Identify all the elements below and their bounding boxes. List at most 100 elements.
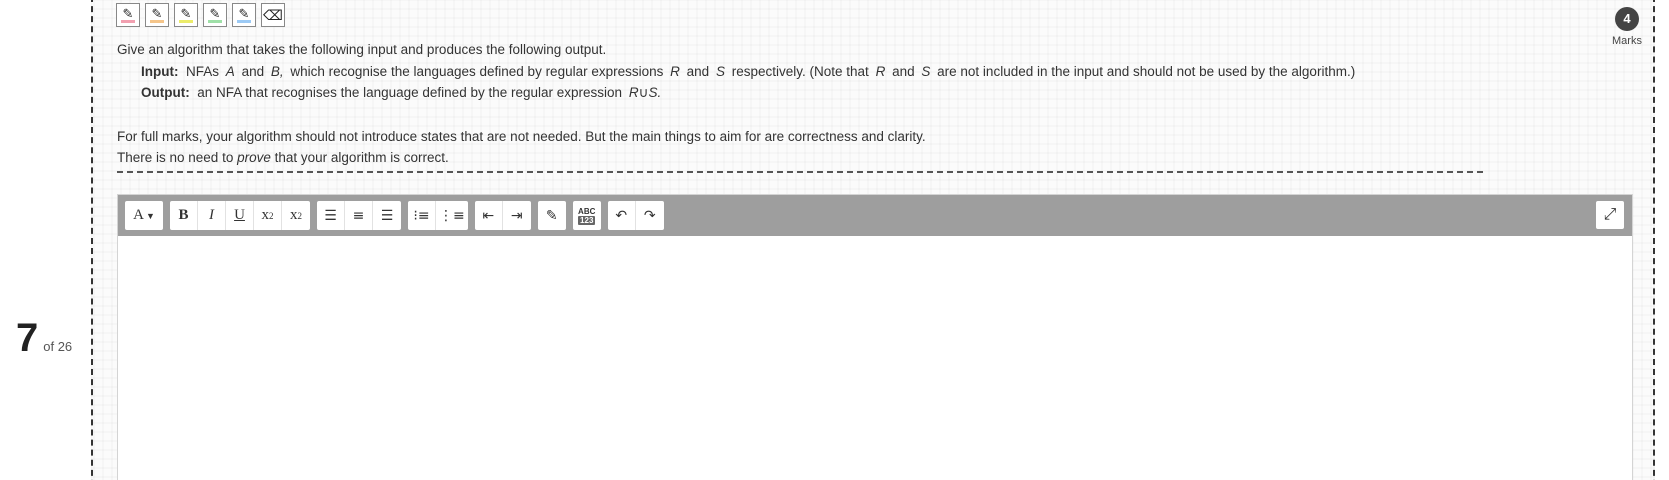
redo-button[interactable]: ↷	[636, 201, 664, 230]
yellow-highlighter-button[interactable]: ✎	[174, 3, 198, 27]
italic-button[interactable]: I	[198, 201, 226, 230]
edit-icon: ✎	[545, 207, 558, 224]
pencil-icon: ✎	[122, 5, 134, 21]
note-text: that your algorithm is correct.	[274, 150, 449, 165]
align-right-icon: ☰	[380, 207, 394, 224]
input-text: and	[241, 63, 265, 79]
math-var: B,	[270, 63, 284, 79]
underline-button[interactable]: U	[226, 201, 254, 230]
eraser-icon: ⌫	[263, 6, 283, 23]
pencil-icon: ✎	[209, 5, 221, 21]
italic-label: I	[209, 207, 214, 223]
spellcheck-top: ABC	[578, 206, 596, 216]
undo-icon: ↶	[615, 207, 628, 224]
font-button[interactable]: A ▼	[125, 201, 163, 230]
tools-group: ✎	[537, 201, 566, 230]
numbered-list-icon: ⋮≡	[439, 207, 465, 224]
align-group: ☰ ≡ ☰	[317, 201, 401, 230]
superscript-button[interactable]: x2	[282, 201, 310, 230]
bullet-list-button[interactable]: ⁝≡	[408, 201, 436, 230]
outdent-button[interactable]: ⇤	[475, 201, 503, 230]
outdent-icon: ⇤	[482, 207, 495, 224]
underline-label: U	[234, 207, 245, 223]
blue-swatch	[237, 20, 251, 23]
align-left-button[interactable]: ☰	[317, 201, 345, 230]
output-line: Output: an NFA that recognises the langu…	[117, 82, 1477, 104]
superscript-base: x	[290, 207, 298, 223]
green-swatch	[208, 20, 222, 23]
align-center-icon: ≡	[352, 207, 365, 224]
green-highlighter-button[interactable]: ✎	[203, 3, 227, 27]
blue-highlighter-button[interactable]: ✎	[232, 3, 256, 27]
answer-editor[interactable]: A ▼ B I U x2 x2 ☰ ≡ ☰ ⁝≡ ⋮≡ ⇤ ⇥ ✎ ABC 12…	[117, 194, 1633, 480]
spellcheck-group: ABC 123	[572, 201, 601, 230]
math-var: R	[670, 63, 680, 79]
full-marks-note: For full marks, your algorithm should no…	[117, 128, 926, 144]
math-var: A	[225, 63, 235, 79]
numbered-list-button[interactable]: ⋮≡	[436, 201, 468, 230]
question-text: Give an algorithm that takes the followi…	[117, 39, 1477, 169]
no-proof-note: There is no need to prove that your algo…	[117, 147, 1477, 169]
align-right-button[interactable]: ☰	[373, 201, 401, 230]
math-var: S	[921, 63, 931, 79]
font-label: A	[133, 207, 144, 223]
subscript-digit: 2	[269, 210, 274, 221]
spellcheck-icon: ABC 123	[578, 206, 596, 225]
bullet-list-icon: ⁝≡	[413, 207, 430, 224]
subscript-button[interactable]: x2	[254, 201, 282, 230]
orange-swatch	[150, 20, 164, 23]
red-swatch	[121, 20, 135, 23]
input-text: which recognise the languages defined by…	[290, 63, 664, 79]
superscript-digit: 2	[297, 210, 303, 221]
indent-button[interactable]: ⇥	[503, 201, 531, 230]
math-expression: R∪S.	[628, 85, 662, 100]
input-text: respectively. (Note that	[731, 63, 869, 79]
format-group: B I U x2 x2	[170, 201, 310, 230]
input-text: and	[686, 63, 710, 79]
list-group: ⁝≡ ⋮≡	[408, 201, 468, 230]
eraser-button[interactable]: ⌫	[261, 3, 285, 27]
font-group: A ▼	[125, 201, 163, 230]
marks-badge: 4 Marks	[1602, 7, 1652, 47]
redo-icon: ↷	[643, 207, 656, 224]
math-var: S	[715, 63, 725, 79]
output-text: an NFA that recognises the language defi…	[197, 85, 623, 100]
red-highlighter-button[interactable]: ✎	[116, 3, 140, 27]
subscript-base: x	[261, 207, 270, 223]
input-text: and	[892, 63, 915, 79]
caret-down-icon: ▼	[145, 210, 155, 221]
undo-button[interactable]: ↶	[608, 201, 636, 230]
pencil-icon: ✎	[151, 5, 163, 21]
input-text: NFAs	[186, 63, 220, 79]
note-text: There is no need to	[117, 150, 234, 165]
marks-value: 4	[1615, 7, 1639, 31]
editor-body[interactable]	[118, 236, 1632, 480]
indent-icon: ⇥	[510, 207, 523, 224]
indent-group: ⇤ ⇥	[474, 201, 531, 230]
output-label: Output:	[141, 85, 190, 100]
math-var: R	[875, 63, 886, 79]
question-intro: Give an algorithm that takes the followi…	[117, 42, 607, 57]
edit-button[interactable]: ✎	[538, 201, 566, 230]
input-label: Input:	[141, 63, 179, 79]
yellow-swatch	[179, 20, 193, 23]
expand-icon: ⤢	[1603, 206, 1617, 223]
question-index: 7 of 26	[16, 318, 72, 358]
fullscreen-button[interactable]: ⤢	[1596, 201, 1624, 229]
highlighter-toolbar: ✎ ✎ ✎ ✎ ✎ ⌫	[116, 3, 285, 27]
question-total: of 26	[43, 339, 73, 354]
bold-button[interactable]: B	[170, 201, 198, 230]
pencil-icon: ✎	[180, 5, 192, 21]
question-number: 7	[16, 316, 39, 360]
bold-label: B	[178, 207, 189, 223]
pencil-icon: ✎	[238, 5, 250, 21]
note-emphasis: prove	[237, 150, 271, 165]
input-line: Input: NFAs A and B, which recognise the…	[117, 61, 1477, 83]
align-left-icon: ☰	[324, 207, 337, 224]
marks-label: Marks	[1612, 35, 1642, 47]
align-center-button[interactable]: ≡	[345, 201, 373, 230]
orange-highlighter-button[interactable]: ✎	[145, 3, 169, 27]
history-group: ↶ ↷	[607, 201, 664, 230]
spellcheck-button[interactable]: ABC 123	[573, 201, 601, 230]
